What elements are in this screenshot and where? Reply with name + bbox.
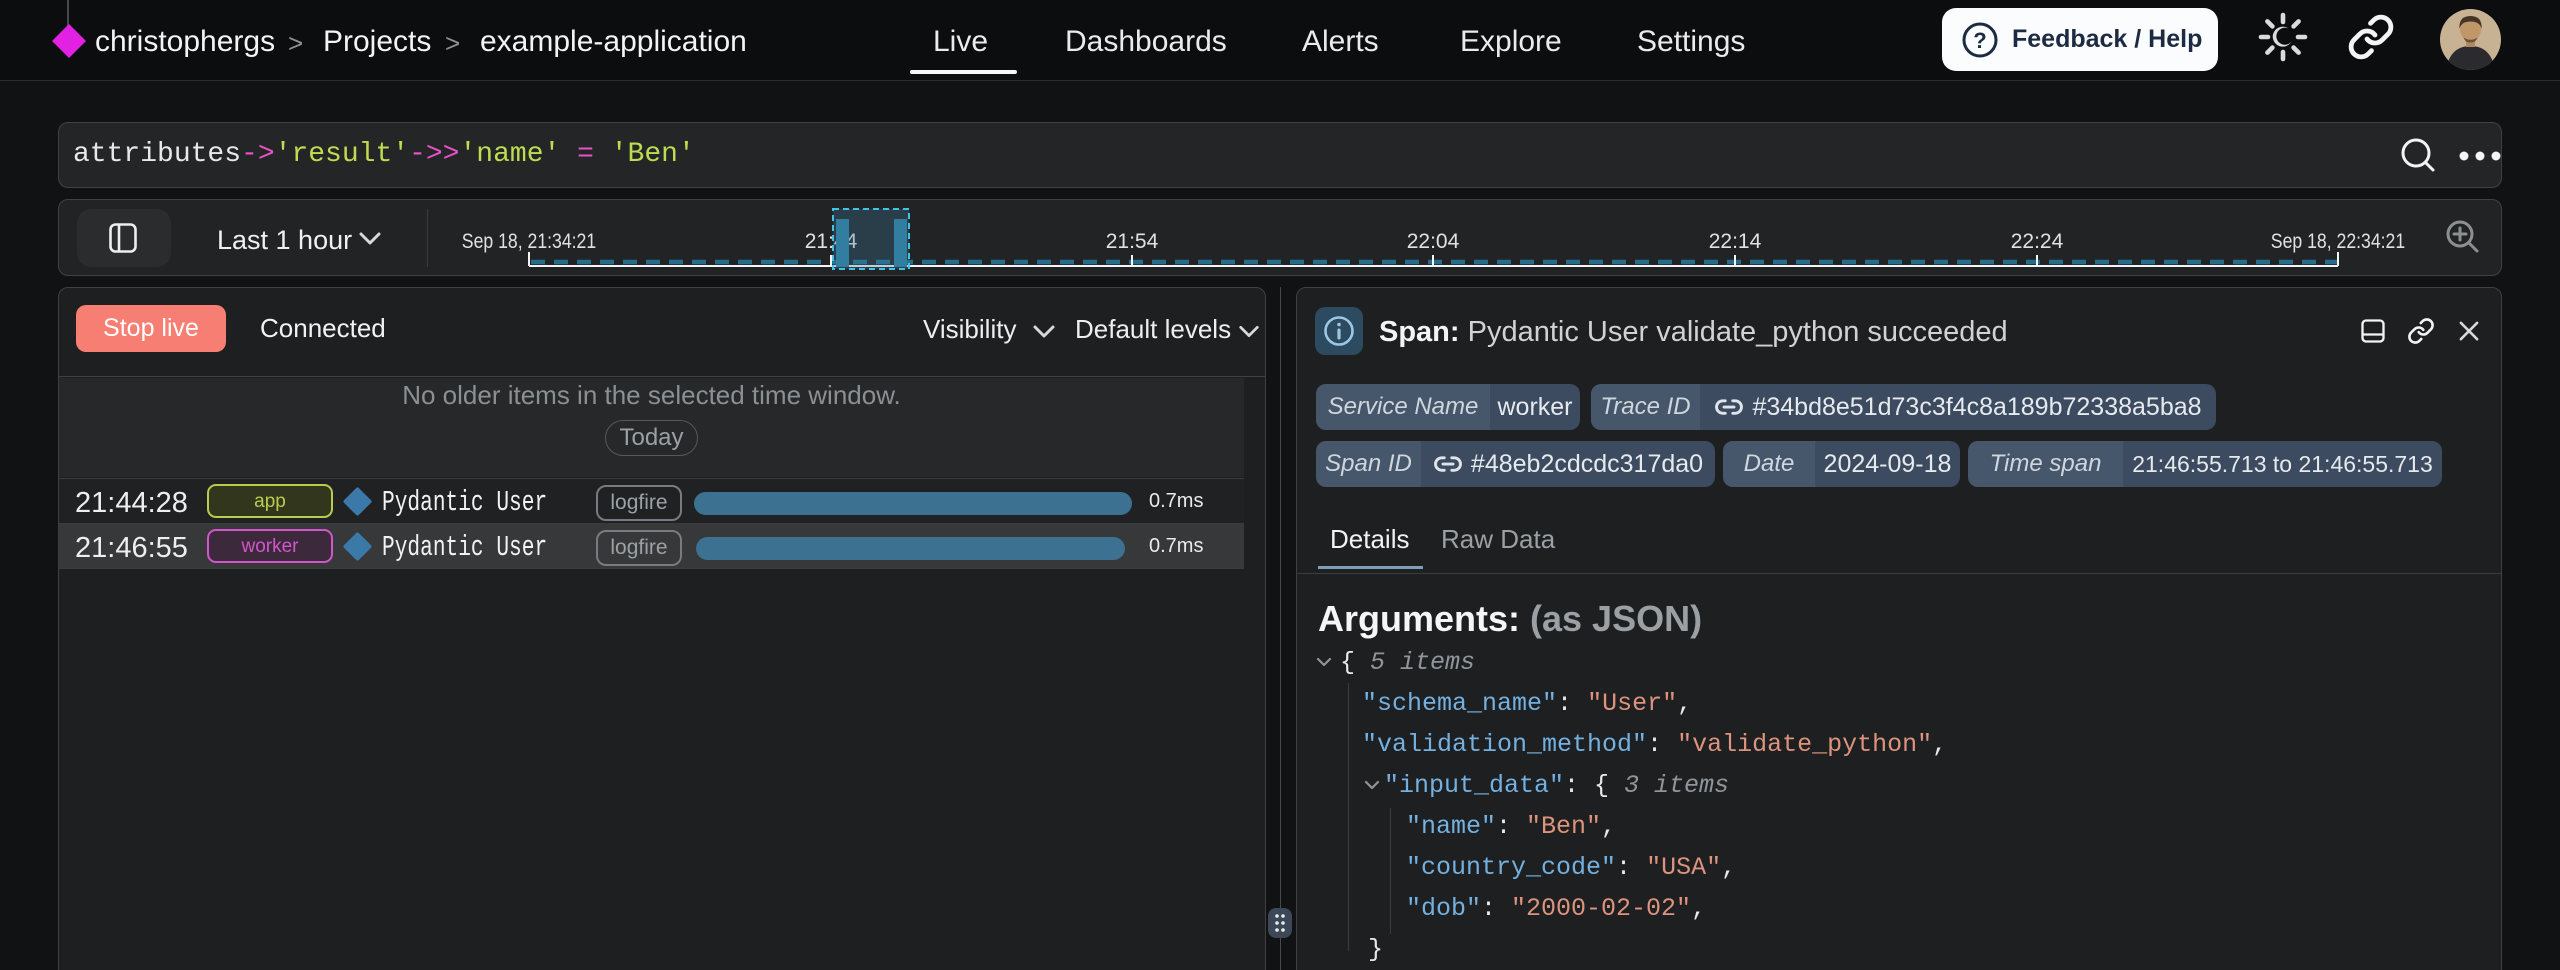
svg-text:?: ? <box>1973 28 1986 53</box>
